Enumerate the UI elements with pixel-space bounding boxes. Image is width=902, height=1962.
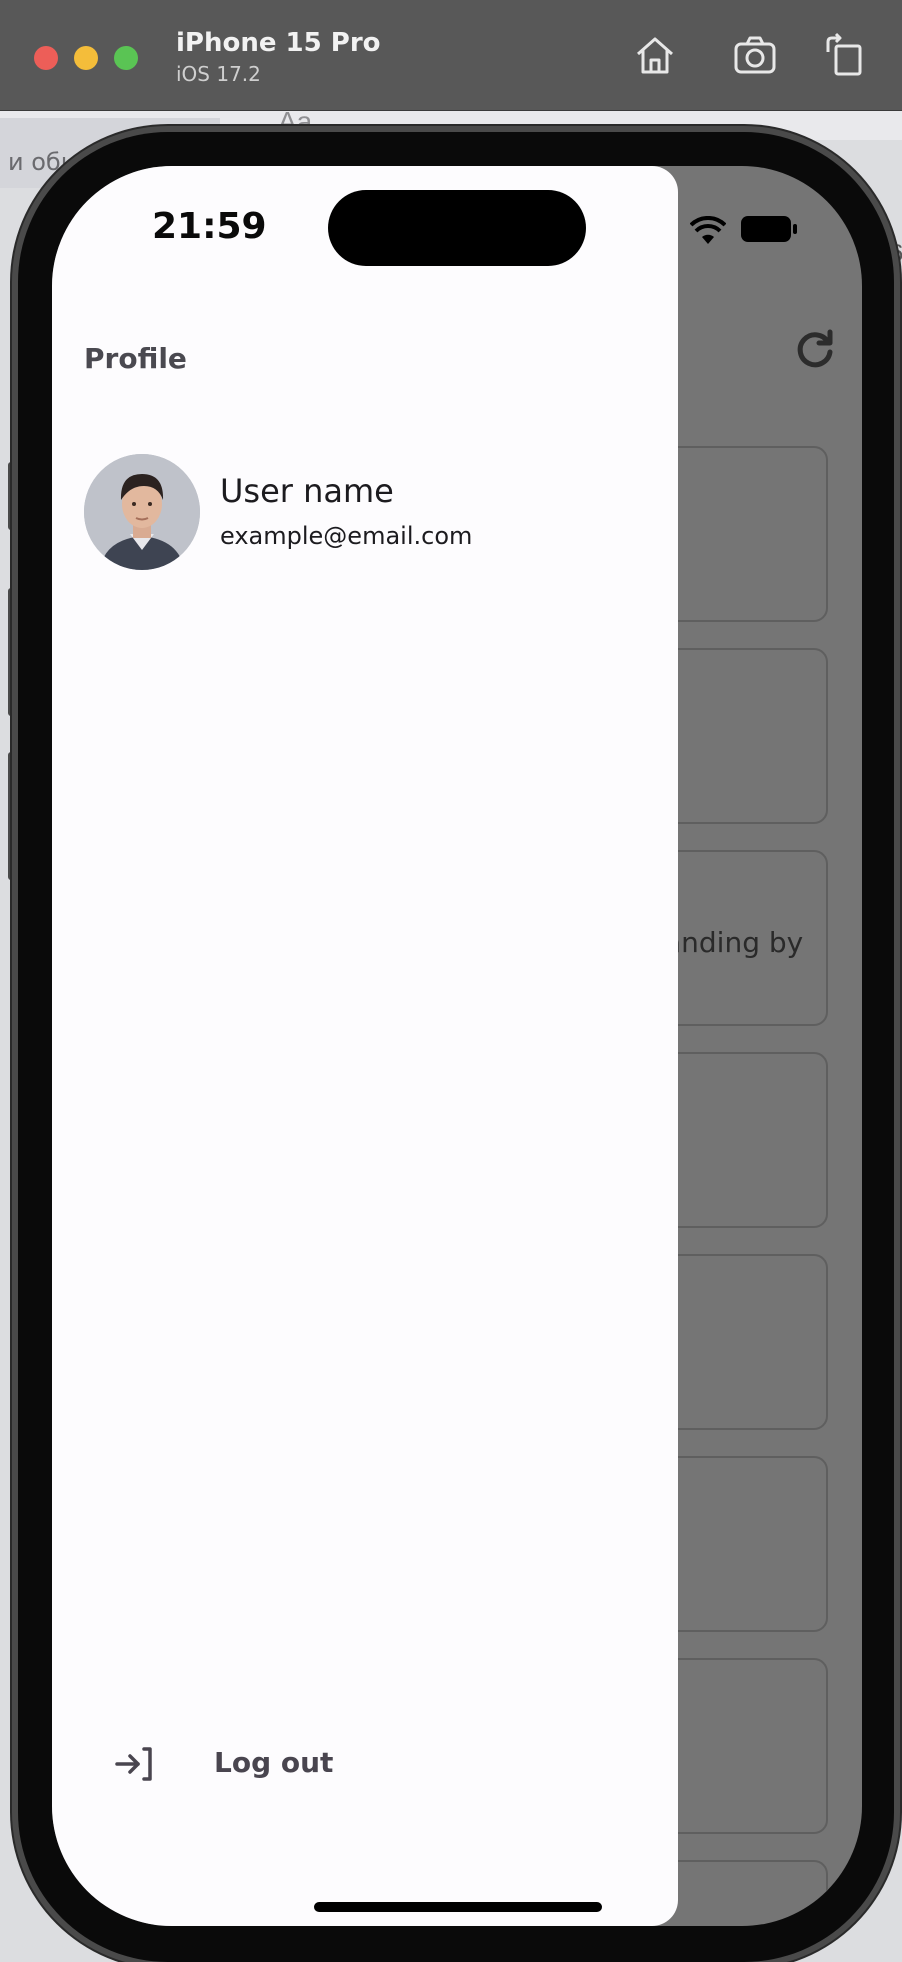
screenshot-icon[interactable] <box>732 32 778 78</box>
user-name: User name <box>220 472 394 510</box>
phone-volume-down <box>8 752 16 880</box>
iphone-screen: anding by ▪▪▪▪ 21:59 Profile <box>52 166 862 1926</box>
close-window-button[interactable] <box>34 46 58 70</box>
drawer-title: Profile <box>84 342 187 375</box>
simulator-title-bar: iPhone 15 Pro iOS 17.2 <box>0 0 902 111</box>
logout-button[interactable]: Log out <box>92 1724 472 1804</box>
status-time: 21:59 <box>152 206 267 247</box>
logout-label: Log out <box>214 1746 334 1779</box>
avatar <box>84 454 200 570</box>
home-icon[interactable] <box>632 32 678 78</box>
rotate-icon[interactable] <box>822 32 868 78</box>
dynamic-island <box>328 190 586 266</box>
battery-icon <box>740 214 798 244</box>
phone-volume-up <box>8 588 16 716</box>
wifi-icon <box>689 215 727 246</box>
refresh-icon[interactable] <box>792 326 838 372</box>
device-name: iPhone 15 Pro <box>176 28 381 58</box>
card-text: anding by <box>664 926 804 959</box>
phone-side-button <box>8 462 16 530</box>
os-version: iOS 17.2 <box>176 62 261 86</box>
navigation-drawer: 21:59 Profile User name example@email.co… <box>52 166 678 1926</box>
home-indicator[interactable] <box>314 1902 602 1912</box>
logout-icon <box>114 1744 154 1784</box>
minimize-window-button[interactable] <box>74 46 98 70</box>
user-email: example@email.com <box>220 522 473 550</box>
zoom-window-button[interactable] <box>114 46 138 70</box>
